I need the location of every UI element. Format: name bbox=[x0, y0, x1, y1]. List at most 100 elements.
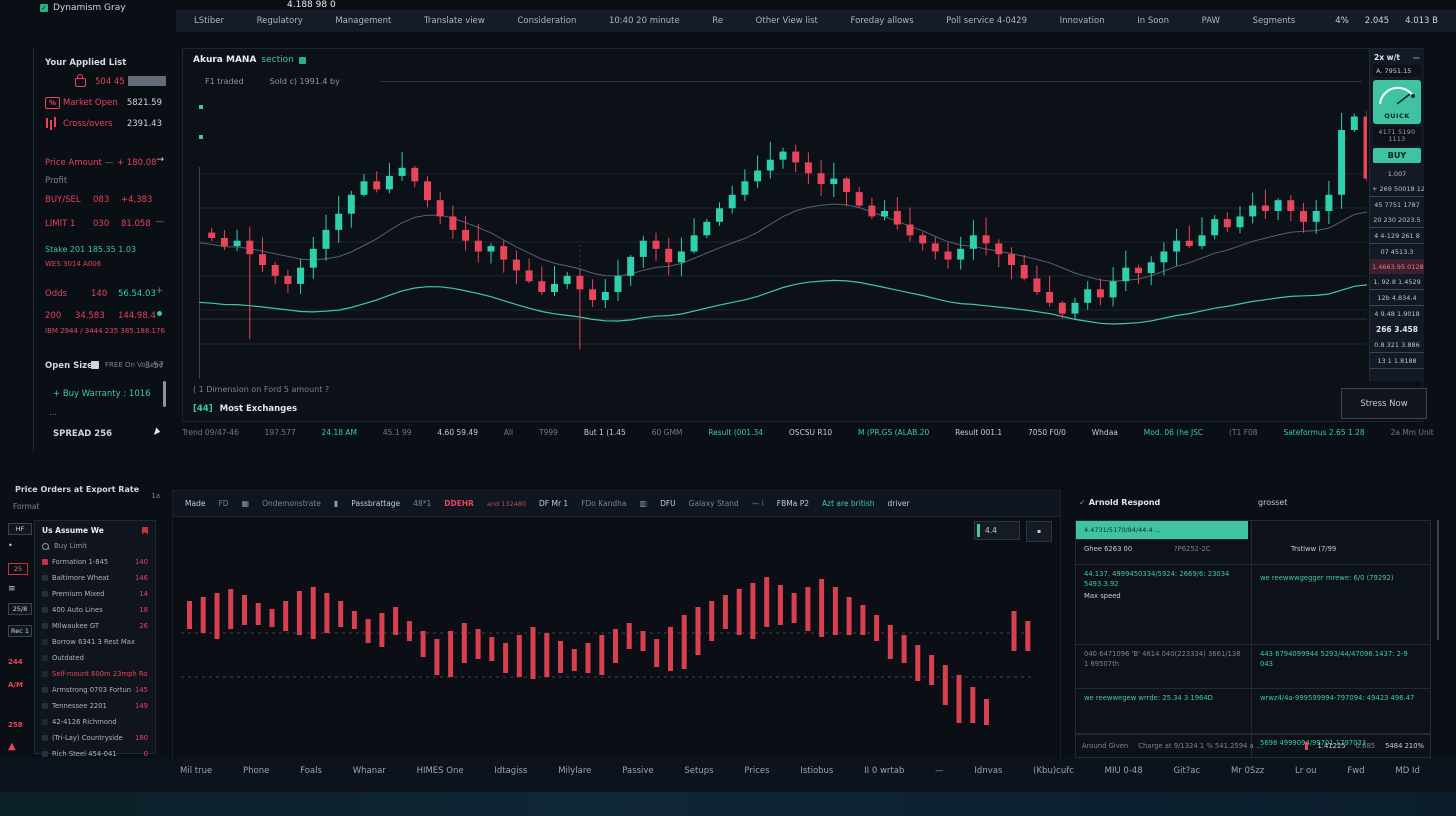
footer-link[interactable]: Foals bbox=[300, 766, 322, 776]
price-level[interactable]: 45 7751 1787 bbox=[1370, 197, 1424, 212]
footer-link[interactable]: Fwd bbox=[1347, 766, 1364, 776]
top-nav-item[interactable]: Poll service 4-0429 bbox=[946, 16, 1027, 26]
dot-icon[interactable]: • bbox=[8, 541, 13, 550]
top-nav-item[interactable]: Consideration bbox=[517, 16, 576, 26]
deals-scrollbar[interactable] bbox=[1437, 520, 1439, 640]
footer-link[interactable]: Whanar bbox=[353, 766, 386, 776]
price-level[interactable]: 20 230 2023.5 bbox=[1370, 212, 1424, 228]
market-row[interactable]: Milwaukee GT26 bbox=[35, 618, 155, 634]
selected-deal-cell[interactable]: 4.4731/5170/94/44.4 ... bbox=[1076, 521, 1248, 539]
buy-warranty-link[interactable]: + Buy Warranty : 1016 bbox=[53, 389, 151, 399]
footer-link[interactable]: HIMES One bbox=[417, 766, 464, 776]
top-nav-item[interactable]: Innovation bbox=[1060, 16, 1105, 26]
toolbar-item[interactable]: Azt are british bbox=[822, 499, 875, 508]
count-258[interactable]: 258 bbox=[8, 721, 23, 729]
top-nav-item[interactable]: Regulatory bbox=[257, 16, 303, 26]
top-nav-item[interactable]: LStiber bbox=[194, 16, 224, 26]
footer-link[interactable]: Mil true bbox=[180, 766, 212, 776]
market-row[interactable]: Formation 1-845140 bbox=[35, 554, 155, 570]
market-row[interactable]: Self-mount 600m 23mph Rock 409 bbox=[35, 666, 155, 682]
tab-sold[interactable]: Sold c) 1991.4 by bbox=[270, 77, 340, 86]
footer-link[interactable]: II 0 wrtab bbox=[864, 766, 904, 776]
toolbar-item[interactable]: DFU bbox=[660, 499, 676, 508]
footer-link[interactable]: Phone bbox=[243, 766, 269, 776]
footer-link[interactable]: Prices bbox=[744, 766, 769, 776]
deal-r2-link[interactable]: we reewwwgegger mrewe: 6/0 (79292) bbox=[1260, 573, 1420, 583]
market-row[interactable]: Baltimore Wheat146 bbox=[35, 570, 155, 586]
market-row[interactable]: Premium Mixed14 bbox=[35, 586, 155, 602]
footer-link[interactable]: Milylare bbox=[558, 766, 591, 776]
toolbar-item[interactable]: ▥ bbox=[640, 499, 648, 508]
toolbar-item[interactable]: ▦ bbox=[242, 499, 250, 508]
toolbar-item[interactable]: — i bbox=[752, 499, 764, 508]
price-level[interactable]: 266 3.458 bbox=[1370, 321, 1424, 337]
collapse-dash[interactable]: — bbox=[156, 217, 165, 227]
sidebar-scrollbar[interactable] bbox=[163, 381, 166, 407]
toolbar-item[interactable]: 48*1 bbox=[413, 499, 431, 508]
top-nav-item[interactable]: In Soon bbox=[1137, 16, 1169, 26]
list-icon[interactable]: ≡ bbox=[8, 584, 16, 594]
toolbar-item[interactable]: DDEHR bbox=[444, 499, 474, 508]
footer-link[interactable]: — bbox=[935, 766, 944, 776]
footer-link[interactable]: Mr 0Szz bbox=[1231, 766, 1264, 776]
price-level[interactable]: + 269 50018 12 bbox=[1370, 181, 1424, 197]
alert-triangle-icon[interactable]: ▲ bbox=[8, 741, 16, 752]
tab-traded[interactable]: F1 traded bbox=[205, 77, 244, 86]
toolbar-item[interactable]: DF Mr 1 bbox=[539, 499, 568, 508]
top-nav-item[interactable]: Other View list bbox=[756, 16, 818, 26]
count-244[interactable]: 244 bbox=[8, 658, 23, 666]
toolbar-item[interactable]: Made bbox=[185, 499, 205, 508]
footer-link[interactable]: Git?ac bbox=[1174, 766, 1201, 776]
top-nav-item[interactable]: Re bbox=[712, 16, 723, 26]
market-row[interactable]: 42-4126 Richmond bbox=[35, 714, 155, 730]
deal-r3-link[interactable]: 443 6794099944 5293/44/47096.1437: 2-9 0… bbox=[1260, 649, 1420, 669]
toolbar-item[interactable]: Galaxy Stand bbox=[689, 499, 739, 508]
top-nav-item[interactable]: Management bbox=[335, 16, 391, 26]
gauge-card[interactable]: QUICK bbox=[1373, 80, 1421, 124]
toolbar-item[interactable]: Ondemonstrate bbox=[262, 499, 321, 508]
price-level[interactable]: 4 4-129 261 8 bbox=[1370, 228, 1424, 244]
toolbar-item[interactable]: FBMa P2 bbox=[777, 499, 809, 508]
price-level[interactable]: 0.8 321 3.886 bbox=[1370, 337, 1424, 353]
market-row[interactable]: (Tri-Lay) Countryside180 bbox=[35, 730, 155, 746]
minimize-icon[interactable]: — bbox=[1413, 53, 1421, 62]
toolbar-item[interactable]: FDo Kandha bbox=[581, 499, 626, 508]
market-row[interactable]: Outdated bbox=[35, 650, 155, 666]
footer-link[interactable]: MD Id bbox=[1395, 766, 1419, 776]
am-icon[interactable]: A/M bbox=[8, 681, 23, 689]
rec-icon[interactable]: Rec 1 bbox=[8, 625, 32, 637]
deal-l4-link[interactable]: we reewwegew wrrde: 25.34 3 1964D bbox=[1084, 693, 1246, 703]
toolbar-item[interactable]: FD bbox=[218, 499, 228, 508]
ratio-icon[interactable]: 25/8 bbox=[8, 603, 32, 615]
chart-section-link[interactable]: section bbox=[261, 55, 293, 65]
price-level[interactable]: 4 9.48 1.9018 bbox=[1370, 306, 1424, 321]
top-nav-item[interactable]: PAW bbox=[1202, 16, 1220, 26]
toolbar-item[interactable]: driver bbox=[888, 499, 910, 508]
candlestick-chart[interactable] bbox=[199, 95, 1367, 379]
top-nav-item[interactable]: Translate view bbox=[424, 16, 485, 26]
bookmark-icon[interactable] bbox=[142, 527, 148, 535]
deal-r4-link[interactable]: wrwz4/4a-999599994-797094: 49423 496.47 bbox=[1260, 693, 1420, 703]
badge-25[interactable]: 25 bbox=[8, 563, 28, 575]
footer-link[interactable]: Idnvas bbox=[974, 766, 1002, 776]
price-level[interactable]: 1.4663.95 0128 bbox=[1370, 259, 1424, 274]
stress-now-button[interactable]: Stress Now bbox=[1341, 388, 1427, 419]
watchlist-search[interactable]: Buy Limit bbox=[35, 538, 155, 554]
market-row[interactable]: Armstrong 0703 Fortune145 bbox=[35, 682, 155, 698]
toolbar-item[interactable]: ▮ bbox=[334, 499, 338, 508]
price-level[interactable]: 1. 92.8 1.4529 bbox=[1370, 274, 1424, 290]
footer-link[interactable]: Passive bbox=[622, 766, 653, 776]
price-level[interactable]: 07 4513.3 bbox=[1370, 244, 1424, 259]
top-nav-item[interactable]: 10:40 20 minute bbox=[609, 16, 680, 26]
price-level[interactable]: 1.007 bbox=[1370, 166, 1424, 181]
top-nav-item[interactable]: Foreday allows bbox=[850, 16, 913, 26]
footer-link[interactable]: Istiobus bbox=[800, 766, 833, 776]
footer-link[interactable]: (Kbu)cufc bbox=[1033, 766, 1074, 776]
odds-extra[interactable]: + bbox=[156, 286, 163, 296]
white-box-icon[interactable] bbox=[91, 361, 99, 369]
toolbar-item[interactable]: and 132480 bbox=[487, 500, 526, 508]
market-row[interactable]: 400 Auto Lines18 bbox=[35, 602, 155, 618]
hf-icon[interactable]: HF bbox=[8, 523, 32, 535]
footer-link[interactable]: MIU 0-48 bbox=[1105, 766, 1143, 776]
top-nav-item[interactable]: Segments bbox=[1253, 16, 1296, 26]
